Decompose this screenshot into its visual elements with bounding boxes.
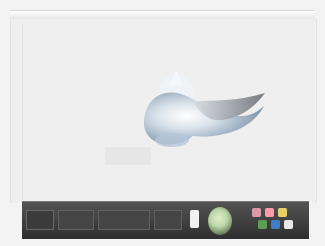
taskbar-button[interactable] [58,210,94,230]
green-app-icon[interactable] [208,207,232,235]
desktop-window [0,0,325,246]
window-top-edge [10,10,315,19]
start-button[interactable] [26,210,54,230]
tray-icon[interactable] [265,208,274,217]
system-tray [252,208,302,233]
bird-shadow [155,133,189,147]
taskbar-button-label [155,211,156,212]
taskbar [22,201,309,239]
tray-icon[interactable] [278,208,287,217]
window-title [10,11,11,12]
taskbar-button-label [59,211,60,212]
taskbar-button-label [99,211,100,212]
tray-icon[interactable] [258,220,267,229]
taskbar-button[interactable] [154,210,182,230]
canvas-divider [22,24,23,200]
light-icon[interactable] [190,210,199,228]
tray-icon[interactable] [284,220,293,229]
tray-icon[interactable] [252,208,261,217]
taskbar-button[interactable] [98,210,150,230]
tray-icon[interactable] [271,220,280,229]
start-label [27,211,28,212]
bird-image [143,70,265,147]
canvas-shadow-block [105,147,151,165]
